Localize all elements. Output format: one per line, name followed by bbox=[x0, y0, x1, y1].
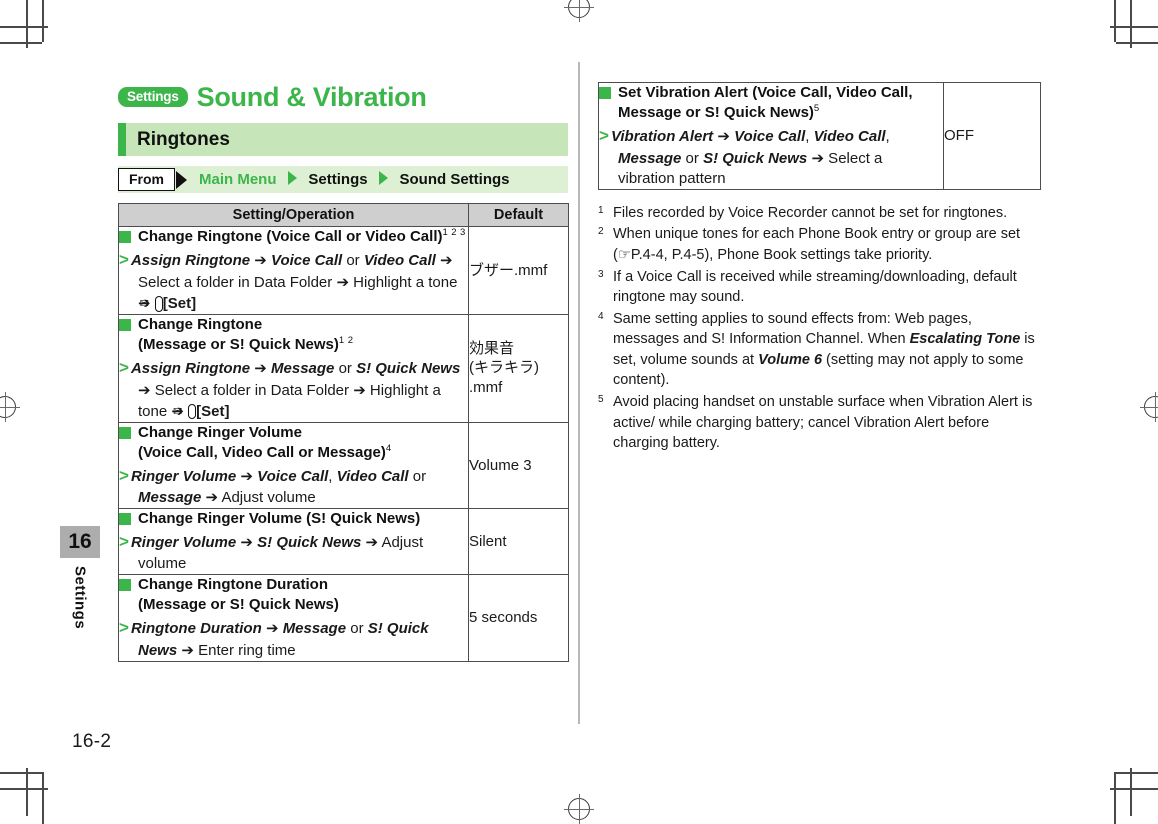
table-row: Change Ringer Volume (S! Quick News) > Rin… bbox=[118, 508, 569, 576]
column-divider bbox=[578, 62, 580, 724]
left-column: Settings Sound & Vibration Ringtones Fro… bbox=[118, 80, 569, 662]
setting-operation-cell: Change Ringer Volume (Voice Call, Video C… bbox=[118, 421, 469, 510]
section-accent-bar bbox=[118, 123, 126, 156]
setting-operation-cell: Change Ringtone (Message or S! Quick News… bbox=[118, 313, 469, 423]
right-column: Set Vibration Alert (Voice Call, Video C… bbox=[598, 82, 1041, 455]
operation-steps: > Assign Ringtone ➔ Message or S! Quick N… bbox=[119, 357, 461, 420]
table-row: Change Ringtone Duration (Message or S! Q… bbox=[118, 574, 569, 662]
default-value-cell: 効果音 (キラキラ) .mmf bbox=[468, 313, 569, 423]
vibration-table-body: Set Vibration Alert (Voice Call, Video C… bbox=[598, 82, 1041, 190]
operation-heading: Change Ringer Volume (Voice Call, Video C… bbox=[119, 423, 468, 463]
operation-steps: > Ringtone Duration ➔ Message or S! Quick… bbox=[119, 618, 429, 659]
table-row: Change Ringtone (Voice Call or Video Cal… bbox=[118, 226, 569, 315]
operation-heading: Change Ringtone (Voice Call or Video Cal… bbox=[119, 227, 468, 247]
default-value-cell: Volume 3 bbox=[468, 421, 569, 510]
footnote-item: 4 Same setting applies to sound effects f… bbox=[598, 309, 1040, 391]
footnote-number: 5 bbox=[598, 394, 604, 406]
footnote-text: Avoid placing handset on unstable surfac… bbox=[613, 394, 1033, 452]
setting-operation-cell: Change Ringer Volume (S! Quick News) > Rin… bbox=[118, 508, 469, 576]
breadcrumb: From Main Menu Settings Sound Settings bbox=[118, 166, 568, 193]
operation-heading: Change Ringtone Duration (Message or S! Q… bbox=[119, 575, 468, 615]
breadcrumb-items: Main Menu Settings Sound Settings bbox=[199, 170, 510, 189]
from-arrow-icon bbox=[176, 170, 187, 189]
footnote-text: Files recorded by Voice Recorder cannot … bbox=[613, 204, 1008, 221]
chapter-number: 16 bbox=[60, 526, 100, 558]
default-value-cell: ブザー.mmf bbox=[468, 226, 569, 315]
page-title-row: Settings Sound & Vibration bbox=[118, 80, 568, 114]
section-heading: Ringtones bbox=[118, 123, 568, 156]
registration-mark-left bbox=[0, 392, 20, 422]
green-square-icon bbox=[119, 513, 131, 526]
green-square-icon bbox=[119, 231, 131, 243]
green-square-icon bbox=[119, 426, 131, 439]
operation-steps: > Assign Ringtone ➔ Voice Call or Video C… bbox=[119, 249, 458, 312]
setting-operation-cell: Set Vibration Alert (Voice Call, Video C… bbox=[598, 82, 944, 190]
footnote-item: 5 Avoid placing handset on unstable surfa… bbox=[598, 392, 1040, 454]
settings-badge: Settings bbox=[118, 86, 188, 108]
green-square-icon bbox=[119, 318, 131, 331]
footnote-item: 2 When unique tones for each Phone Book e… bbox=[598, 224, 1040, 265]
footnote-text: When unique tones for each Phone Book en… bbox=[613, 226, 1021, 263]
chapter-tab: 16 Settings bbox=[60, 526, 100, 634]
registration-mark-top bbox=[564, 0, 594, 22]
operation-steps: > Ringer Volume ➔ Voice Call, Video Call … bbox=[119, 465, 427, 507]
default-value-cell: Silent bbox=[468, 508, 569, 576]
footnote-text: Same setting applies to sound effects fr… bbox=[613, 310, 1035, 389]
table-header-row: Setting/Operation Default bbox=[118, 203, 569, 227]
chevron-right-icon bbox=[287, 170, 297, 185]
default-value-cell: OFF bbox=[943, 82, 1041, 190]
footnote-number: 4 bbox=[598, 310, 604, 322]
table-row: Set Vibration Alert (Voice Call, Video C… bbox=[598, 82, 1041, 190]
breadcrumb-item-main-menu: Main Menu bbox=[199, 170, 277, 188]
operation-heading: Change Ringtone (Message or S! Quick News… bbox=[119, 315, 468, 355]
footnote-number: 3 bbox=[598, 268, 604, 280]
table-row: Change Ringtone (Message or S! Quick News… bbox=[118, 313, 569, 423]
setting-operation-cell: Change Ringtone Duration (Message or S! Q… bbox=[118, 574, 469, 662]
page-number: 16-2 bbox=[72, 731, 112, 752]
green-square-icon bbox=[599, 87, 611, 99]
footnote-text: If a Voice Call is received while stream… bbox=[613, 268, 1017, 306]
chapter-label: Settings bbox=[71, 566, 89, 630]
column-header-default: Default bbox=[468, 203, 569, 227]
section-heading-label: Ringtones bbox=[137, 128, 230, 150]
chevron-right-icon bbox=[379, 170, 389, 185]
from-label: From bbox=[118, 167, 175, 192]
settings-table-body: Change Ringtone (Voice Call or Video Cal… bbox=[118, 226, 569, 662]
registration-mark-right bbox=[1140, 392, 1158, 422]
breadcrumb-item-settings: Settings bbox=[308, 170, 368, 188]
default-value-cell: 5 seconds bbox=[468, 574, 569, 662]
operation-heading: Change Ringer Volume (S! Quick News) bbox=[119, 509, 468, 529]
footnote-number: 1 bbox=[598, 204, 604, 216]
settings-table: Setting/Operation Default Change Rington… bbox=[118, 203, 569, 662]
footnotes-list: 1 Files recorded by Voice Recorder cannot… bbox=[598, 203, 1040, 454]
footnote-number: 2 bbox=[598, 226, 604, 238]
breadcrumb-item-sound-settings: Sound Settings bbox=[399, 170, 510, 188]
vibration-table: Set Vibration Alert (Voice Call, Video C… bbox=[598, 82, 1041, 190]
footnote-item: 3 If a Voice Call is received while strea… bbox=[598, 267, 1040, 308]
column-header-setting-operation: Setting/Operation bbox=[118, 203, 469, 227]
page-title: Sound & Vibration bbox=[196, 81, 427, 112]
operation-heading: Set Vibration Alert (Voice Call, Video C… bbox=[599, 83, 943, 123]
table-row: Change Ringer Volume (Voice Call, Video C… bbox=[118, 421, 569, 510]
setting-operation-cell: Change Ringtone (Voice Call or Video Cal… bbox=[118, 226, 469, 315]
operation-steps: > Vibration Alert ➔ Voice Call, Video Cal… bbox=[599, 125, 890, 187]
operation-steps: > Ringer Volume ➔ S! Quick News ➔ Adjust … bbox=[119, 532, 424, 573]
green-square-icon bbox=[119, 579, 131, 592]
footnote-item: 1 Files recorded by Voice Recorder cannot… bbox=[598, 203, 1040, 224]
registration-mark-bottom bbox=[564, 794, 594, 824]
